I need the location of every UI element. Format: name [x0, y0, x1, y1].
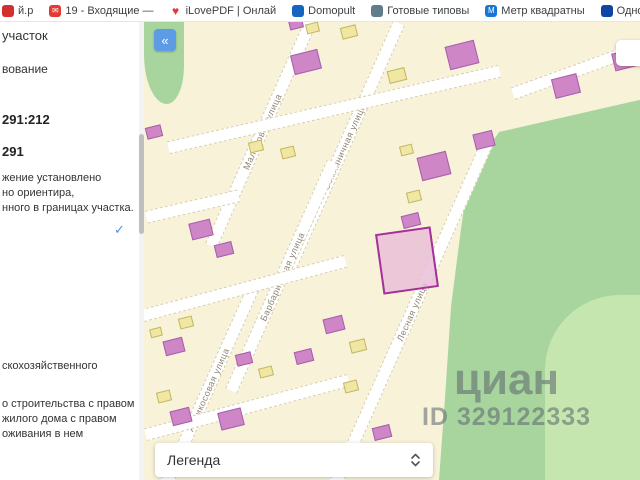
building-residential [372, 424, 393, 441]
legend-dropdown[interactable]: Легенда [155, 443, 433, 477]
building-plot [258, 365, 274, 378]
sidebar-text-line: 291:212 [2, 112, 50, 127]
building-residential [188, 218, 213, 240]
building-residential [162, 336, 185, 355]
favicon-icon [371, 5, 383, 17]
bookmark-label: Готовые типовы [387, 5, 469, 17]
checkmark-icon: ✓ [114, 222, 125, 238]
selected-parcel[interactable] [375, 226, 439, 294]
bookmark-item[interactable]: Готовые типовы [371, 5, 469, 17]
bookmark-label: й.р [18, 5, 33, 17]
building-residential [217, 407, 245, 430]
bookmark-label: 19 - Входящие — [65, 5, 153, 17]
sidebar-text-line: 291 [2, 144, 24, 159]
building-residential [288, 22, 304, 31]
building-residential [551, 73, 581, 99]
sidebar-text-line: оживания в нем [2, 428, 83, 440]
building-residential [322, 314, 345, 333]
building-residential [145, 124, 163, 140]
building-plot [149, 326, 163, 338]
bookmark-item[interactable]: й.р [2, 5, 33, 17]
building-plot [387, 67, 408, 84]
building-plot [406, 189, 422, 203]
building-residential [169, 406, 192, 425]
sidebar-text-line: нного в границах участка. [2, 202, 134, 214]
legend-label: Легенда [167, 452, 220, 468]
building-residential [214, 241, 235, 258]
building-plot [340, 24, 358, 40]
building-plot [156, 389, 172, 403]
sidebar-text-line: вование [2, 62, 48, 76]
building-plot [304, 22, 319, 34]
bookmark-item[interactable]: ♥ iLovePDF | Онлай [170, 5, 277, 17]
mail-favicon-icon: ✉ [49, 5, 61, 17]
bookmark-label: Domopult [308, 5, 355, 17]
favicon-icon [292, 5, 304, 17]
building-residential [472, 130, 495, 150]
favicon-icon: М [485, 5, 497, 17]
sidebar-text-line: жилого дома с правом [2, 413, 117, 425]
bookmarks-bar: й.р ✉ 19 - Входящие — ♥ iLovePDF | Онлай Domo… [0, 0, 640, 22]
sidebar-panel: участок вование 291:212 291 жение установлен… [0, 22, 139, 480]
building-plot [398, 144, 413, 157]
bookmark-label: Одноэтажный Д [617, 5, 640, 17]
building-residential [401, 212, 422, 229]
building-plot [349, 338, 367, 354]
building-residential [235, 351, 253, 367]
collapse-panel-button[interactable]: « [154, 29, 176, 51]
building-plot [343, 379, 359, 393]
building-residential [290, 49, 322, 75]
sidebar-text-line: жение установлено [2, 172, 101, 184]
bookmark-item[interactable]: Одноэтажный Д [601, 5, 640, 17]
building-plot [178, 315, 194, 329]
bookmark-item[interactable]: М Метр квадратны [485, 5, 584, 17]
expand-collapse-icon [410, 452, 421, 468]
building-residential [417, 151, 452, 182]
sidebar-text-line: о строительства с правом [2, 398, 135, 410]
building-plot [280, 145, 296, 159]
favicon-icon [2, 5, 14, 17]
bookmark-item[interactable]: ✉ 19 - Входящие — [49, 5, 153, 17]
sidebar-text-line: но ориентира, [2, 187, 74, 199]
favicon-icon [601, 5, 613, 17]
bookmark-item[interactable]: Domopult [292, 5, 355, 17]
bookmark-label: iLovePDF | Онлай [186, 5, 277, 17]
building-plot [248, 139, 264, 153]
building-residential [445, 40, 480, 71]
map-canvas[interactable]: Малиновая улицаЗемляничная улицаБарбарис… [144, 22, 640, 480]
heart-favicon-icon: ♥ [170, 5, 182, 17]
building-residential [294, 348, 315, 365]
map-control-button[interactable] [616, 40, 640, 66]
sidebar-text-line: скохозяйственного [2, 360, 97, 372]
sidebar-text-line: участок [2, 28, 48, 43]
bookmark-label: Метр квадратны [501, 5, 584, 17]
